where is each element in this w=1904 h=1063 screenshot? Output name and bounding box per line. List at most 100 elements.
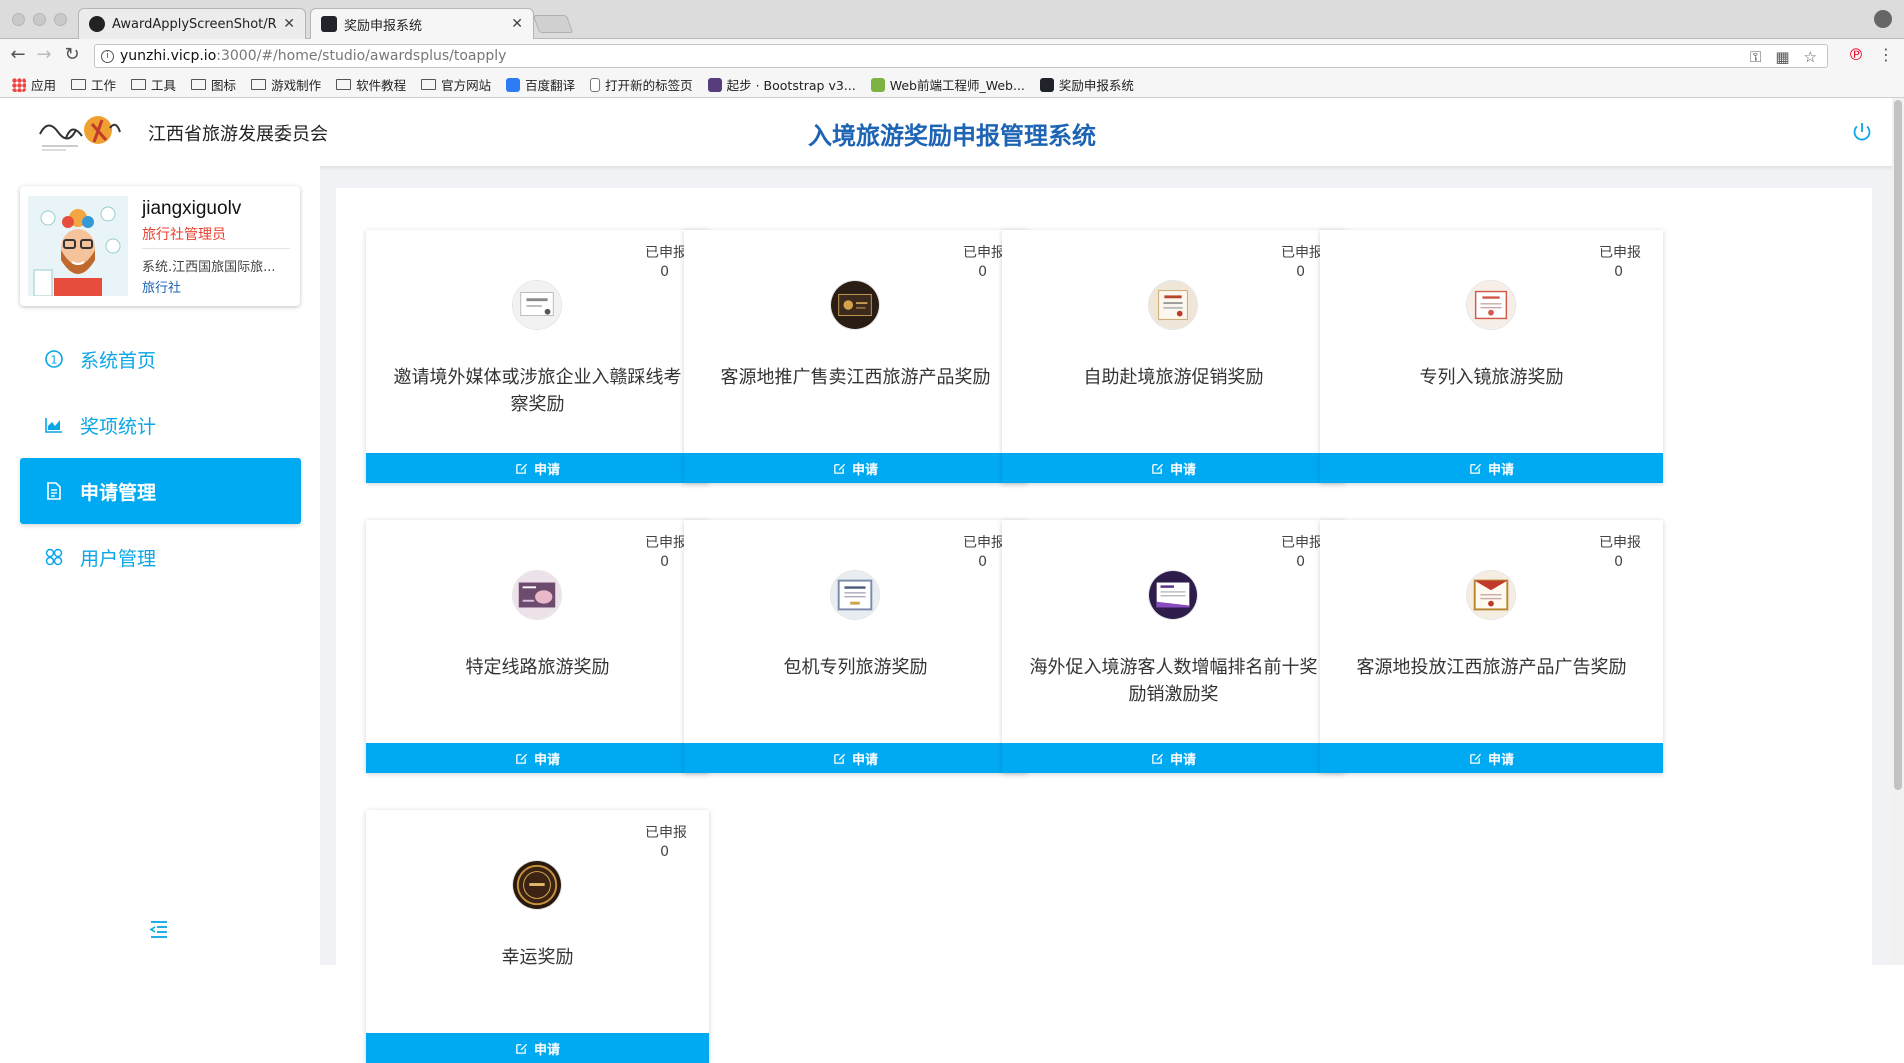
sidebar-item-apply-management[interactable]: 申请管理 — [20, 458, 301, 524]
apply-button[interactable]: 申请 — [1002, 743, 1345, 773]
reported-count: 0 — [978, 264, 987, 280]
sidebar-item-user-management[interactable]: 用户管理 — [20, 524, 301, 590]
reported-label: 已申报 — [645, 245, 687, 261]
edit-icon — [834, 463, 846, 474]
user-name: jiangxiguolv — [142, 198, 242, 219]
edit-icon — [1152, 753, 1164, 764]
info-circle-icon: 1 — [45, 350, 63, 368]
award-name: 自助赴境旅游促销奖励 — [1083, 367, 1264, 388]
apply-label: 申请 — [533, 462, 560, 478]
user-type: 旅行社 — [142, 281, 182, 296]
award-card: 已申报 0 海外促入境游客人数增幅排名前十奖励销激励奖 申请 — [1002, 520, 1345, 773]
bookmark-official[interactable]: 官方网站 — [421, 75, 491, 94]
bookmark-label: 官方网站 — [441, 78, 492, 93]
divider — [142, 248, 290, 249]
apply-button[interactable]: 申请 — [366, 453, 709, 483]
bookmark-web[interactable]: Web前端工程师_Web... — [870, 75, 1025, 94]
bookmark-tools[interactable]: 工具 — [131, 75, 176, 94]
certificate-thumbnail — [512, 280, 562, 330]
url-input[interactable]: i yunzhi.vicp.io :3000/#/home/studio/awa… — [94, 44, 1828, 68]
browser-tab-github[interactable]: AwardApplyScreenShot/READM ✕ — [78, 8, 306, 39]
sidebar-item-statistics[interactable]: 奖项统计 — [20, 392, 301, 458]
bookmark-awards[interactable]: 奖励申报系统 — [1039, 75, 1134, 94]
page-scrollbar[interactable] — [1892, 98, 1904, 965]
pinterest-icon[interactable]: ℗ — [1848, 45, 1864, 64]
bookmark-apps[interactable]: 应用 — [12, 75, 56, 94]
bookmark-bootstrap[interactable]: 起步 · Bootstrap v3... — [707, 75, 856, 94]
bookmark-work[interactable]: 工作 — [71, 75, 116, 94]
bookmark-icons[interactable]: 图标 — [191, 75, 236, 94]
url-host: yunzhi.vicp.io — [120, 48, 217, 64]
bookmark-baidu-translate[interactable]: 百度翻译 — [506, 75, 575, 94]
close-tab-icon[interactable]: ✕ — [511, 16, 523, 32]
bootstrap-icon — [707, 77, 722, 92]
apply-button[interactable]: 申请 — [684, 453, 1027, 483]
apply-label: 申请 — [1487, 752, 1514, 768]
app-root: 江西省旅游发展委员会 入境旅游奖励申报管理系统 jiangxiguolv 旅行社… — [0, 98, 1904, 1063]
bookmark-newtab[interactable]: 打开新的标签页 — [590, 75, 693, 94]
bookmark-label: 游戏制作 — [271, 78, 322, 93]
edit-icon — [834, 753, 846, 764]
apply-button[interactable]: 申请 — [1320, 453, 1663, 483]
forward-icon[interactable]: → — [34, 45, 54, 65]
baidu-translate-icon — [506, 77, 521, 92]
bookmark-label: 软件教程 — [356, 78, 407, 93]
reload-icon[interactable]: ↻ — [62, 45, 82, 65]
back-icon[interactable]: ← — [8, 45, 28, 65]
apply-label: 申请 — [851, 462, 878, 478]
document-icon — [47, 482, 61, 500]
scrollbar-thumb[interactable] — [1894, 100, 1902, 790]
tab-title: AwardApplyScreenShot/READM — [112, 16, 277, 32]
awards-grid: 已申报 0 邀请境外媒体或涉旅企业入赣踩线考察奖励 申请 已申报 0 客源地推广… — [336, 188, 1872, 1063]
info-icon[interactable]: i — [101, 49, 114, 63]
extension-icons: ℗ ⋮ — [1848, 45, 1894, 64]
folder-icon — [421, 79, 437, 90]
sidebar-item-home[interactable]: 1 系统首页 — [20, 326, 301, 392]
avatar — [28, 196, 128, 296]
bookmark-label: 应用 — [31, 78, 57, 93]
apply-button[interactable]: 申请 — [1320, 743, 1663, 773]
bookmark-gamedev[interactable]: 游戏制作 — [251, 75, 321, 94]
reported-count: 0 — [1614, 554, 1623, 570]
folder-icon — [251, 79, 267, 90]
logout-power-icon[interactable] — [1850, 120, 1874, 144]
sidebar-menu: 1 系统首页 奖项统计 申请管理 用户管理 — [20, 326, 301, 590]
star-icon[interactable]: ☆ — [1804, 48, 1817, 66]
tab-title: 奖励申报系统 — [344, 18, 423, 34]
bookmark-label: 工作 — [91, 78, 117, 93]
collapse-menu-icon[interactable] — [148, 918, 170, 940]
award-card: 已申报 0 包机专列旅游奖励 申请 — [684, 520, 1027, 773]
page-icon — [590, 77, 601, 92]
reported-label: 已申报 — [1281, 245, 1323, 261]
edit-icon — [516, 463, 528, 474]
reported-label: 已申报 — [645, 535, 687, 551]
menu-dots-icon[interactable]: ⋮ — [1878, 45, 1894, 64]
translate-icon[interactable]: ▦ — [1775, 48, 1789, 66]
key-icon[interactable]: ⚿ — [1750, 48, 1761, 66]
reported-label: 已申报 — [645, 825, 687, 841]
close-tab-icon[interactable]: ✕ — [283, 16, 295, 32]
apply-label: 申请 — [533, 752, 560, 768]
users-icon — [45, 548, 63, 566]
bookmark-tutorials[interactable]: 软件教程 — [336, 75, 406, 94]
bookmark-label: 起步 · Bootstrap v3... — [726, 78, 856, 93]
award-name: 邀请境外媒体或涉旅企业入赣踩线考察奖励 — [393, 367, 682, 415]
maximize-window-button[interactable] — [54, 13, 67, 26]
site-icon — [870, 77, 885, 92]
minimize-window-button[interactable] — [33, 13, 46, 26]
apply-button[interactable]: 申请 — [366, 1033, 709, 1063]
new-tab-button[interactable] — [532, 15, 574, 33]
apply-button[interactable]: 申请 — [684, 743, 1027, 773]
bookmark-label: 工具 — [151, 78, 177, 93]
apply-button[interactable]: 申请 — [366, 743, 709, 773]
close-window-button[interactable] — [12, 13, 25, 26]
apply-button[interactable]: 申请 — [1002, 453, 1345, 483]
folder-icon — [336, 79, 352, 90]
browser-tab-awards[interactable]: 奖励申报系统 ✕ — [310, 8, 534, 39]
sidebar: jiangxiguolv 旅行社管理员 系统.江西国旅国际旅... 旅行社 1 … — [0, 166, 320, 965]
certificate-thumbnail — [830, 280, 880, 330]
user-card: jiangxiguolv 旅行社管理员 系统.江西国旅国际旅... 旅行社 — [20, 186, 300, 306]
apps-grid-icon — [12, 77, 26, 92]
url-path: :3000/#/home/studio/awardsplus/toapply — [216, 48, 507, 64]
profile-icon[interactable] — [1874, 10, 1892, 28]
